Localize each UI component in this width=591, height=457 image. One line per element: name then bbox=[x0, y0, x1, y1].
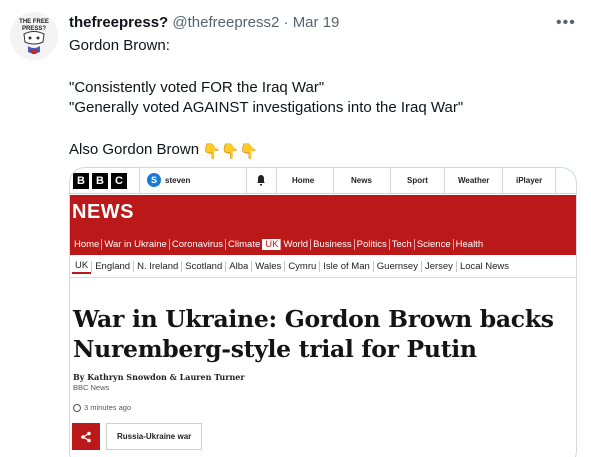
account-name: steven bbox=[165, 175, 191, 185]
topnav-home[interactable]: Home bbox=[292, 176, 314, 185]
sub-nav-isle-of-man[interactable]: Isle of Man bbox=[319, 261, 372, 272]
topnav-iplayer[interactable]: iPlayer bbox=[516, 176, 542, 185]
account-link[interactable]: S steven bbox=[147, 173, 190, 187]
news-nav-world[interactable]: World bbox=[280, 238, 310, 250]
sub-nav-n-ireland[interactable]: N. Ireland bbox=[133, 261, 181, 272]
timestamp-text: 3 minutes ago bbox=[84, 403, 132, 412]
sub-nav-scotland[interactable]: Scotland bbox=[181, 261, 225, 272]
clock-icon bbox=[73, 403, 81, 412]
bbc-logo-letter: C bbox=[111, 173, 127, 189]
more-options-icon[interactable]: ••• bbox=[556, 14, 576, 31]
news-nav-uk[interactable]: UK bbox=[262, 238, 281, 250]
topnav-news[interactable]: News bbox=[351, 176, 372, 185]
sub-nav-alba[interactable]: Alba bbox=[225, 261, 251, 272]
share-icon bbox=[81, 431, 91, 442]
uk-sub-nav: UK England N. Ireland Scotland Alba Wale… bbox=[70, 256, 576, 278]
topic-tag[interactable]: Russia-Ukraine war bbox=[106, 423, 203, 450]
bbc-logo-letter: B bbox=[73, 173, 89, 189]
news-nav: Home War in Ukraine Coronavirus Climate … bbox=[72, 235, 485, 253]
news-nav-health[interactable]: Health bbox=[452, 238, 485, 250]
tweet-line: Also Gordon Brown bbox=[69, 141, 200, 158]
article-byline: By Kathryn Snowdon & Lauren Turner bbox=[73, 372, 245, 382]
sub-nav-local-news[interactable]: Local News bbox=[455, 261, 512, 272]
attached-image[interactable]: B B C S steven Home News Sport Weather i… bbox=[69, 167, 577, 457]
news-nav-home[interactable]: Home bbox=[72, 239, 101, 250]
avatar[interactable]: THE FREE PRESS? bbox=[10, 12, 58, 60]
bbc-logo[interactable]: B B C bbox=[73, 173, 127, 189]
tweet-line: "Consistently voted FOR the Iraq War" bbox=[69, 79, 325, 96]
tweet-line: "Generally voted AGAINST investigations … bbox=[69, 99, 464, 116]
tweet-header: thefreepress? @thefreepress2 · Mar 19 bbox=[69, 14, 339, 31]
news-nav-coronavirus[interactable]: Coronavirus bbox=[168, 238, 225, 250]
sub-nav-cymru[interactable]: Cymru bbox=[284, 261, 319, 272]
avatar-text-line1: THE FREE bbox=[19, 19, 49, 25]
tweet-line: Gordon Brown: bbox=[69, 37, 170, 54]
article-headline: War in Ukraine: Gordon Brown backs Nurem… bbox=[73, 305, 554, 363]
bbc-top-bar: B B C S steven Home News Sport Weather i… bbox=[70, 168, 576, 194]
news-nav-war-in-ukraine[interactable]: War in Ukraine bbox=[101, 238, 168, 250]
topnav-sport[interactable]: Sport bbox=[407, 176, 428, 185]
sub-nav-wales[interactable]: Wales bbox=[251, 261, 284, 272]
tweet-text: Gordon Brown: "Consistently voted FOR th… bbox=[69, 36, 463, 160]
news-nav-business[interactable]: Business bbox=[310, 238, 354, 250]
tweet-date[interactable]: Mar 19 bbox=[293, 14, 340, 31]
article-byline-org: BBC News bbox=[73, 383, 110, 392]
news-section-title[interactable]: NEWS bbox=[72, 201, 134, 224]
bbc-logo-letter: B bbox=[92, 173, 108, 189]
separator-dot: · bbox=[283, 14, 289, 31]
display-name[interactable]: thefreepress? bbox=[69, 14, 168, 31]
article-timestamp: 3 minutes ago bbox=[73, 403, 131, 412]
sub-nav-england[interactable]: England bbox=[91, 261, 133, 272]
news-nav-politics[interactable]: Politics bbox=[353, 238, 389, 250]
pointing-down-emoji-icon: 👇👇👇 bbox=[202, 143, 259, 160]
sub-nav-uk[interactable]: UK bbox=[72, 260, 92, 274]
notifications-bell-icon[interactable] bbox=[256, 174, 266, 186]
user-handle[interactable]: @thefreepress2 bbox=[172, 14, 279, 31]
share-button[interactable] bbox=[72, 423, 100, 450]
topnav-weather[interactable]: Weather bbox=[458, 176, 489, 185]
tweet-line-last: Also Gordon Brown 👇👇👇 bbox=[69, 140, 463, 160]
news-nav-climate[interactable]: Climate bbox=[225, 238, 262, 250]
sub-nav-guernsey[interactable]: Guernsey bbox=[372, 261, 421, 272]
news-nav-tech[interactable]: Tech bbox=[388, 238, 414, 250]
sub-nav-jersey[interactable]: Jersey bbox=[420, 261, 456, 272]
avatar-cartoon-icon: THE FREE PRESS? bbox=[19, 19, 49, 54]
news-nav-science[interactable]: Science bbox=[413, 238, 453, 250]
news-header: NEWS Home War in Ukraine Coronavirus Cli… bbox=[70, 195, 576, 255]
user-initial-icon: S bbox=[147, 173, 161, 187]
